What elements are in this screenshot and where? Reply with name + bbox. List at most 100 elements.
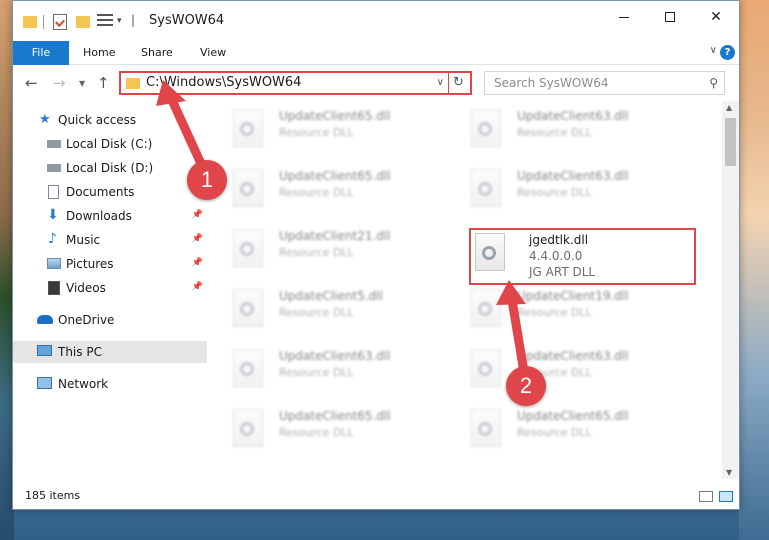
- dll-file-icon: [471, 169, 501, 207]
- list-item[interactable]: UpdateClient63.dll Resource DLL: [207, 345, 437, 397]
- list-item[interactable]: UpdateClient65.dll Resource DLL: [445, 405, 675, 457]
- sidebar-item-label: Videos: [66, 281, 106, 295]
- pin-icon[interactable]: 📌: [192, 258, 203, 268]
- list-item[interactable]: UpdateClient63.dll Resource DLL: [445, 345, 675, 397]
- dll-file-icon: [233, 229, 263, 267]
- pin-icon[interactable]: 📌: [192, 210, 203, 220]
- drive-icon: [47, 164, 61, 172]
- address-history-chevron-icon[interactable]: ∨: [437, 77, 444, 88]
- refresh-icon[interactable]: ↻: [448, 73, 468, 93]
- expand-ribbon-chevron-icon[interactable]: ∨: [710, 45, 717, 56]
- sidebar-item-this-pc[interactable]: This PC: [13, 341, 207, 363]
- documents-icon: [48, 185, 59, 199]
- dll-file-icon: [233, 289, 263, 327]
- file-name: UpdateClient19.dll: [517, 289, 629, 303]
- recent-locations-chevron-icon[interactable]: ▼: [79, 79, 85, 88]
- dll-file-icon: [471, 349, 501, 387]
- maximize-icon: [665, 12, 675, 22]
- file-name: UpdateClient65.dll: [279, 409, 391, 423]
- address-bar[interactable]: C:\Windows\SysWOW64 ∨ ↻: [119, 71, 472, 95]
- scroll-up-icon[interactable]: ▲: [726, 103, 732, 112]
- sidebar-item-downloads[interactable]: ⬇ Downloads 📌: [13, 205, 207, 227]
- sidebar-item-label: This PC: [58, 345, 102, 359]
- sidebar-item-quick-access[interactable]: ★ Quick access: [13, 109, 207, 131]
- list-item[interactable]: UpdateClient65.dll Resource DLL: [207, 105, 437, 157]
- list-item[interactable]: UpdateClient19.dll Resource DLL: [445, 285, 675, 337]
- new-folder-icon[interactable]: [76, 16, 90, 28]
- file-explorer-window: ▾ | SysWOW64 ✕ File Home Share View ∨ ? …: [12, 0, 740, 510]
- sidebar-item-label: Network: [58, 377, 109, 391]
- list-item[interactable]: UpdateClient65.dll Resource DLL: [207, 405, 437, 457]
- view-list-icon[interactable]: [97, 14, 113, 30]
- scroll-down-icon[interactable]: ▼: [726, 468, 732, 477]
- list-item[interactable]: UpdateClient63.dll Resource DLL: [445, 105, 675, 157]
- file-name: UpdateClient63.dll: [517, 349, 629, 363]
- scrollbar-thumb[interactable]: [725, 118, 736, 166]
- window-title: SysWOW64: [149, 13, 225, 28]
- toolbar-separator: [43, 15, 44, 29]
- search-input[interactable]: Search SysWOW64 ⚲: [484, 71, 725, 95]
- sidebar-item-pictures[interactable]: Pictures 📌: [13, 253, 207, 275]
- tab-view[interactable]: View: [200, 41, 226, 65]
- help-icon[interactable]: ?: [720, 45, 735, 60]
- sidebar-item-videos[interactable]: Videos 📌: [13, 277, 207, 299]
- ribbon-tabs: File Home Share View ∨ ?: [13, 41, 739, 65]
- back-arrow-icon[interactable]: ←: [25, 74, 38, 92]
- large-icons-view-icon[interactable]: [719, 491, 733, 502]
- file-description: Resource DLL: [279, 126, 354, 139]
- properties-icon[interactable]: [53, 14, 67, 30]
- videos-icon: [48, 281, 60, 295]
- file-name: UpdateClient65.dll: [517, 409, 629, 423]
- address-path[interactable]: C:\Windows\SysWOW64: [146, 75, 301, 90]
- tab-home[interactable]: Home: [83, 41, 115, 65]
- network-icon: [37, 377, 52, 389]
- drive-icon: [47, 140, 61, 148]
- sidebar-item-documents[interactable]: Documents: [13, 181, 207, 203]
- search-placeholder: Search SysWOW64: [494, 76, 609, 90]
- tab-share[interactable]: Share: [141, 41, 173, 65]
- dll-file-icon: [233, 409, 263, 447]
- star-icon: ★: [39, 112, 51, 127]
- list-item[interactable]: UpdateClient5.dll Resource DLL: [207, 285, 437, 337]
- forward-arrow-icon[interactable]: →: [53, 74, 66, 92]
- search-icon: ⚲: [709, 76, 718, 90]
- file-description: Resource DLL: [279, 306, 354, 319]
- file-name: UpdateClient63.dll: [279, 349, 391, 363]
- highlight-box: [469, 228, 696, 285]
- list-item[interactable]: UpdateClient63.dll Resource DLL: [445, 165, 675, 217]
- sidebar-item-label: Quick access: [58, 113, 137, 127]
- sidebar-item-label: Local Disk (D:): [66, 161, 154, 175]
- sidebar-item-local-disk-c[interactable]: Local Disk (C:): [13, 133, 207, 155]
- file-description: Resource DLL: [517, 306, 592, 319]
- cloud-icon: [37, 315, 53, 324]
- customize-quick-access-chevron-icon[interactable]: ▾: [117, 16, 122, 26]
- sidebar-item-network[interactable]: Network: [13, 373, 207, 395]
- minimize-button[interactable]: [601, 1, 647, 33]
- tab-file[interactable]: File: [13, 41, 69, 65]
- navigation-pane: ★ Quick access Local Disk (C:) Local Dis…: [13, 105, 207, 479]
- pin-icon[interactable]: 📌: [192, 234, 203, 244]
- folder-icon: [23, 16, 37, 28]
- list-item[interactable]: UpdateClient21.dll Resource DLL: [207, 225, 437, 277]
- list-item[interactable]: UpdateClient65.dll Resource DLL: [207, 165, 437, 217]
- maximize-button[interactable]: [647, 1, 693, 33]
- up-arrow-icon[interactable]: ↑: [97, 74, 110, 92]
- sidebar-item-music[interactable]: ♪ Music 📌: [13, 229, 207, 251]
- dll-file-icon: [233, 109, 263, 147]
- sidebar-item-onedrive[interactable]: OneDrive: [13, 309, 207, 331]
- computer-icon: [37, 345, 52, 356]
- sidebar-item-local-disk-d[interactable]: Local Disk (D:): [13, 157, 207, 179]
- details-view-icon[interactable]: [699, 491, 713, 502]
- vertical-scrollbar[interactable]: ▲ ▼: [722, 101, 739, 479]
- desktop-wallpaper-right: [739, 0, 769, 540]
- file-name: UpdateClient65.dll: [279, 169, 391, 183]
- close-button[interactable]: ✕: [693, 1, 739, 33]
- dll-file-icon: [471, 289, 501, 327]
- pin-icon[interactable]: 📌: [192, 282, 203, 292]
- title-bar: ▾ | SysWOW64 ✕: [13, 1, 739, 41]
- dll-file-icon: [233, 349, 263, 387]
- sidebar-item-label: Music: [66, 233, 101, 247]
- sidebar-item-label: OneDrive: [58, 313, 115, 327]
- file-description: Resource DLL: [517, 186, 592, 199]
- close-icon: ✕: [710, 9, 722, 25]
